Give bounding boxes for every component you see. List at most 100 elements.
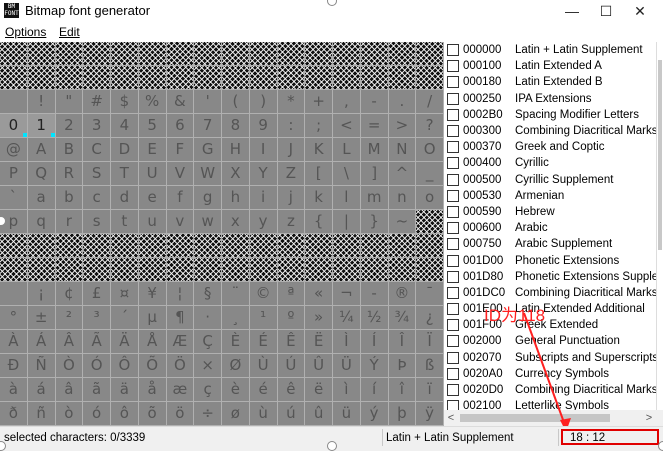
range-list-item[interactable]: 001E00 Latin Extended Additional [444,301,656,317]
glyph-cell[interactable]: ^ [388,162,417,186]
glyph-cell[interactable]: \ [333,162,361,186]
glyph-cell[interactable] [222,234,250,258]
range-list-vscrollbar[interactable] [656,42,663,410]
glyph-cell[interactable]: L [333,138,361,162]
glyph-cell[interactable]: Ý [360,354,389,378]
glyph-cell[interactable]: å [138,378,167,402]
glyph-cell[interactable]: u [138,210,167,234]
glyph-cell[interactable] [0,90,28,114]
glyph-cell[interactable]: ° [0,306,28,330]
glyph-cell[interactable]: ³ [83,306,111,330]
glyph-cell[interactable]: ? [416,114,444,138]
glyph-cell[interactable]: À [0,330,28,354]
range-list-item[interactable]: 002070 Subscripts and Superscripts [444,350,656,366]
glyph-cell[interactable]: ç [194,378,222,402]
glyph-cell[interactable]: V [166,162,195,186]
range-checkbox[interactable] [447,76,459,89]
glyph-cell[interactable]: û [305,402,333,426]
glyph-cell[interactable] [27,258,56,282]
glyph-cell[interactable]: ( [222,90,250,114]
glyph-cell[interactable]: ¦ [166,282,195,306]
glyph-cell[interactable]: Î [388,330,417,354]
glyph-cell[interactable]: Þ [388,354,417,378]
glyph-cell[interactable]: ) [249,90,278,114]
glyph-cell[interactable] [416,258,444,282]
glyph-cell[interactable]: ¼ [333,306,361,330]
range-list-item[interactable]: 001D00 Phonetic Extensions [444,252,656,268]
range-list-item[interactable]: 000300 Combining Diacritical Marks [444,123,656,139]
glyph-cell[interactable]: ` [0,186,28,210]
glyph-cell[interactable]: K [305,138,333,162]
vscroll-thumb[interactable] [658,60,662,250]
glyph-cell[interactable]: ¯ [416,282,444,306]
glyph-cell[interactable]: ì [333,378,361,402]
glyph-cell[interactable]: @ [0,138,28,162]
glyph-cell[interactable]: ä [111,378,139,402]
glyph-cell[interactable]: Ù [249,354,278,378]
glyph-cell[interactable]: Ê [277,330,306,354]
glyph-cell[interactable]: T [111,162,139,186]
glyph-cell[interactable] [83,42,111,66]
glyph-cell[interactable]: D [111,138,139,162]
range-list-item[interactable]: 000500 Cyrillic Supplement [444,172,656,188]
range-list-item[interactable]: 000370 Greek and Coptic [444,139,656,155]
glyph-cell[interactable]: b [55,186,84,210]
glyph-cell[interactable] [222,42,250,66]
glyph-cell[interactable] [249,258,278,282]
glyph-cell[interactable] [416,210,444,234]
glyph-cell[interactable] [138,42,167,66]
glyph-cell[interactable]: ¸ [222,306,250,330]
range-list-item[interactable]: 000000 Latin + Latin Supplement [444,42,656,58]
glyph-cell[interactable]: } [360,210,389,234]
glyph-cell[interactable]: Å [138,330,167,354]
glyph-cell[interactable]: ÷ [194,402,222,426]
glyph-cell[interactable]: á [27,378,56,402]
glyph-cell[interactable]: ð [0,402,28,426]
glyph-cell[interactable]: * [277,90,306,114]
minimize-button[interactable]: — [555,0,589,22]
glyph-cell[interactable]: Ë [305,330,333,354]
glyph-cell[interactable] [166,234,195,258]
glyph-cell[interactable]: < [333,114,361,138]
glyph-cell[interactable] [0,42,28,66]
range-checkbox[interactable] [447,222,459,235]
glyph-cell[interactable]: ¹ [249,306,278,330]
glyph-cell[interactable]: , [333,90,361,114]
glyph-cell[interactable] [27,66,56,90]
glyph-cell[interactable]: î [388,378,417,402]
glyph-cell[interactable]: õ [138,402,167,426]
glyph-cell[interactable]: Æ [166,330,195,354]
glyph-cell[interactable]: ¥ [138,282,167,306]
glyph-cell[interactable]: ! [27,90,56,114]
glyph-cell[interactable] [333,42,361,66]
glyph-cell[interactable] [249,66,278,90]
glyph-cell[interactable]: ¡ [27,282,56,306]
range-list-item[interactable]: 001D80 Phonetic Extensions Supple... [444,269,656,285]
glyph-cell[interactable]: í [360,378,389,402]
glyph-cell[interactable]: ù [249,402,278,426]
glyph-cell[interactable] [0,258,28,282]
glyph-cell[interactable]: % [138,90,167,114]
glyph-cell[interactable]: l [333,186,361,210]
glyph-cell[interactable]: ¿ [416,306,444,330]
glyph-cell[interactable]: r [55,210,84,234]
glyph-cell[interactable] [111,234,139,258]
glyph-cell[interactable]: 6 [166,114,195,138]
glyph-cell[interactable]: G [194,138,222,162]
glyph-cell[interactable]: x [222,210,250,234]
glyph-cell[interactable] [388,258,417,282]
range-checkbox[interactable] [447,141,459,154]
glyph-cell[interactable]: H [222,138,250,162]
glyph-cell[interactable]: R [55,162,84,186]
range-checkbox[interactable] [447,367,459,380]
glyph-cell[interactable]: Ð [0,354,28,378]
glyph-cell[interactable] [388,42,417,66]
glyph-cell[interactable]: ÿ [416,402,444,426]
glyph-cell[interactable]: E [138,138,167,162]
glyph-cell[interactable] [55,42,84,66]
glyph-cell[interactable]: ' [194,90,222,114]
glyph-cell[interactable] [194,66,222,90]
glyph-cell[interactable]: { [305,210,333,234]
glyph-cell[interactable]: j [277,186,306,210]
glyph-cell[interactable] [333,66,361,90]
